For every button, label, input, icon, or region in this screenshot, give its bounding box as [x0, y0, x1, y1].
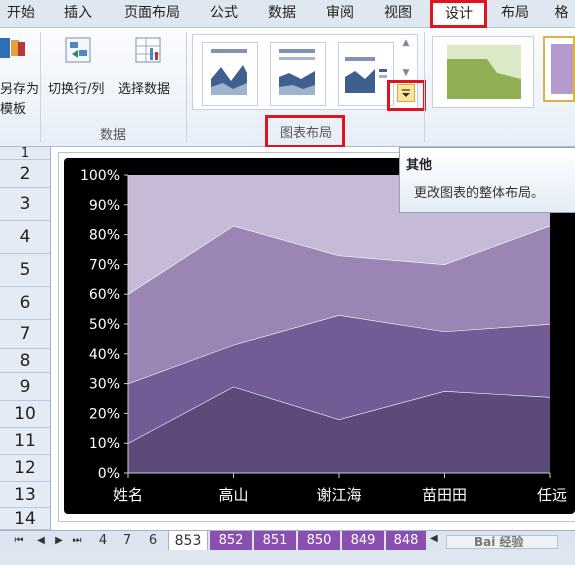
ribbon: 另存为 模板 切换行/列 选择数据 数据 ▲ ▼ 图表布局	[0, 28, 575, 148]
row-number[interactable]: 1	[0, 147, 50, 160]
ribbon-tab-bar: 开始 插入 页面布局 公式 数据 审阅 视图 设计 布局 格	[0, 0, 575, 28]
y-tick-label: 100%	[80, 168, 120, 184]
chart-layout-2-thumbnail[interactable]	[270, 42, 326, 106]
switch-row-column-button[interactable]: 切换行/列	[48, 78, 104, 97]
tab-data[interactable]: 数据	[258, 0, 306, 27]
row-number[interactable]: 3	[0, 188, 50, 221]
tab-page-layout[interactable]: 页面布局	[114, 0, 190, 27]
row-number[interactable]: 14	[0, 508, 50, 530]
y-tick-label: 50%	[89, 317, 120, 333]
row-number[interactable]: 2	[0, 160, 50, 188]
y-tick-label: 60%	[89, 287, 120, 303]
y-tick-label: 20%	[89, 406, 120, 422]
x-tick-label: 任远	[537, 486, 567, 504]
gallery-scroll-up-icon[interactable]: ▲	[400, 38, 412, 52]
row-number[interactable]: 9	[0, 373, 50, 401]
row-number[interactable]: 6	[0, 287, 50, 320]
row-header: 1 2 3 4 5 6 7 8 9 10 11 12 13 14	[0, 147, 51, 530]
row-number[interactable]: 7	[0, 320, 50, 349]
group-separator	[424, 32, 425, 142]
tooltip: 其他 更改图表的整体布局。	[399, 147, 575, 213]
save-template-icon[interactable]	[0, 34, 26, 62]
y-tick-label: 40%	[89, 347, 120, 363]
first-sheet-icon[interactable]: ⏮	[14, 535, 24, 547]
y-tick-label: 70%	[89, 257, 120, 273]
y-tick-label: 30%	[89, 377, 120, 393]
row-number[interactable]: 5	[0, 254, 50, 287]
save-template-label-2[interactable]: 模板	[0, 98, 26, 117]
prev-sheet-icon[interactable]: ◀	[36, 535, 46, 547]
sheet-tab[interactable]: 851	[254, 531, 296, 551]
y-tick-label: 10%	[89, 436, 120, 452]
chart-style-thumbnail-2[interactable]	[543, 36, 575, 102]
tooltip-title: 其他	[406, 158, 433, 173]
next-sheet-icon[interactable]: ▶	[54, 535, 64, 547]
sheet-tab[interactable]: 848	[386, 531, 426, 551]
row-number[interactable]: 13	[0, 482, 50, 508]
sheet-tab-active[interactable]: 853	[168, 531, 208, 552]
tab-review[interactable]: 审阅	[316, 0, 364, 27]
x-tick-label: 谢江海	[316, 486, 361, 504]
highlight-more-button	[387, 80, 426, 111]
select-data-button[interactable]: 选择数据	[118, 78, 170, 97]
sheet-tab[interactable]: 850	[298, 531, 340, 551]
status-bar	[0, 550, 575, 565]
chart-style-thumbnail-1[interactable]	[432, 36, 534, 108]
row-number[interactable]: 4	[0, 221, 50, 254]
sheet-tab[interactable]: 4	[92, 531, 114, 551]
x-tick-label: 高山	[218, 486, 248, 504]
y-tick-label: 0%	[98, 466, 120, 482]
sheet-tab[interactable]: 849	[342, 531, 384, 551]
group-separator	[186, 32, 187, 142]
last-sheet-icon[interactable]: ⏭	[72, 535, 82, 547]
chart-layout-1-thumbnail[interactable]	[202, 42, 258, 106]
sheet-tab-bar: ⏮ ◀ ▶ ⏭ 4 7 6 853 852 851 850 849 848 ◀ …	[0, 530, 575, 552]
tab-home[interactable]: 开始	[0, 0, 42, 27]
chart-layout-3-thumbnail[interactable]	[338, 42, 394, 106]
tab-insert[interactable]: 插入	[56, 0, 100, 27]
tab-layout[interactable]: 布局	[492, 0, 538, 27]
save-template-label-1[interactable]: 另存为	[0, 78, 39, 97]
y-tick-label: 80%	[89, 228, 120, 244]
sheet-tab[interactable]: 852	[210, 531, 252, 551]
row-number[interactable]: 10	[0, 401, 50, 428]
row-number[interactable]: 12	[0, 455, 50, 482]
hscroll-left-icon[interactable]: ◀	[430, 533, 442, 549]
switch-row-column-icon[interactable]	[64, 36, 94, 66]
highlight-design-tab	[430, 0, 487, 28]
y-tick-label: 90%	[89, 198, 120, 214]
highlight-chart-layout-label	[265, 115, 345, 148]
sheet-tab[interactable]: 6	[142, 531, 164, 551]
baidu-watermark: Bai 经验	[474, 535, 524, 549]
data-group-label: 数据	[99, 128, 126, 143]
sheet-tab[interactable]: 7	[116, 531, 138, 551]
row-number[interactable]: 8	[0, 349, 50, 373]
tab-view[interactable]: 视图	[374, 0, 422, 27]
x-tick-label: 姓名	[113, 486, 143, 504]
tab-format[interactable]: 格	[548, 0, 575, 27]
tooltip-body: 更改图表的整体布局。	[414, 186, 545, 201]
select-data-icon[interactable]	[134, 36, 164, 66]
x-tick-label: 苗田田	[422, 486, 467, 504]
tab-formulas[interactable]: 公式	[200, 0, 248, 27]
row-number[interactable]: 11	[0, 428, 50, 455]
